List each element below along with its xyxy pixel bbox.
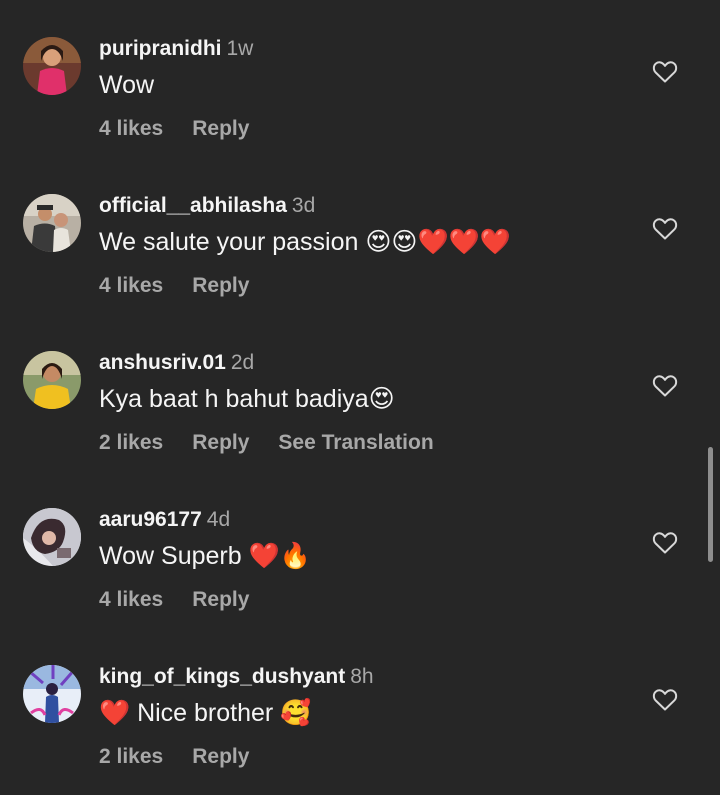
- see-translation-button[interactable]: See Translation: [278, 431, 433, 454]
- timestamp: 2d: [230, 351, 255, 374]
- comment-text: We salute your passion 😍😍❤️❤️❤️: [99, 228, 511, 256]
- comment-header: official__abhilasha 3d: [99, 192, 315, 220]
- likes-count[interactable]: 2 likes: [99, 431, 163, 454]
- comment-header: anshusriv.01 2d: [99, 349, 254, 377]
- comment-actions: 2 likes Reply: [99, 743, 278, 771]
- scrollbar[interactable]: [708, 447, 713, 562]
- comment-text: Wow: [99, 71, 155, 99]
- avatar[interactable]: [23, 351, 81, 409]
- reply-button[interactable]: Reply: [192, 745, 249, 768]
- avatar[interactable]: [23, 37, 81, 95]
- heart-outline-icon[interactable]: [652, 688, 678, 712]
- comment-text: Wow Superb ❤️🔥: [99, 542, 311, 570]
- reply-button[interactable]: Reply: [192, 117, 249, 140]
- avatar[interactable]: [23, 508, 81, 566]
- likes-count[interactable]: 4 likes: [99, 588, 163, 611]
- avatar[interactable]: [23, 665, 81, 723]
- comment-actions: 4 likes Reply: [99, 586, 278, 614]
- reply-button[interactable]: Reply: [192, 588, 249, 611]
- comment-text: Kya baat h bahut badiya😍: [99, 385, 395, 413]
- timestamp: 3d: [291, 194, 316, 217]
- comment-item: puripranidhi 1w Wow 4 likes Reply: [0, 4, 720, 144]
- comment-item: aaru96177 4d Wow Superb ❤️🔥 4 likes Reply: [0, 475, 720, 615]
- comment-item: official__abhilasha 3d We salute your pas…: [0, 161, 720, 301]
- heart-outline-icon[interactable]: [652, 531, 678, 555]
- likes-count[interactable]: 4 likes: [99, 117, 163, 140]
- comment-actions: 4 likes Reply: [99, 272, 278, 300]
- username[interactable]: puripranidhi: [99, 37, 222, 60]
- avatar[interactable]: [23, 194, 81, 252]
- likes-count[interactable]: 2 likes: [99, 745, 163, 768]
- comment-item: anshusriv.01 2d Kya baat h bahut badiya😍 …: [0, 318, 720, 458]
- likes-count[interactable]: 4 likes: [99, 274, 163, 297]
- username[interactable]: king_of_kings_dushyant: [99, 665, 345, 688]
- comments-list[interactable]: puripranidhi 1w Wow 4 likes Reply official…: [0, 0, 720, 795]
- timestamp: 4d: [206, 508, 231, 531]
- comment-header: aaru96177 4d: [99, 506, 230, 534]
- username[interactable]: official__abhilasha: [99, 194, 287, 217]
- comment-actions: 2 likes Reply See Translation: [99, 429, 463, 457]
- comment-text: ❤️ Nice brother 🥰: [99, 699, 312, 727]
- timestamp: 8h: [350, 665, 374, 688]
- username[interactable]: aaru96177: [99, 508, 202, 531]
- timestamp: 1w: [226, 37, 254, 60]
- comment-header: puripranidhi 1w: [99, 35, 253, 63]
- comment-header: king_of_kings_dushyant 8h: [99, 663, 374, 691]
- heart-outline-icon[interactable]: [652, 217, 678, 241]
- heart-outline-icon[interactable]: [652, 374, 678, 398]
- reply-button[interactable]: Reply: [192, 431, 249, 454]
- comment-item: king_of_kings_dushyant 8h ❤️ Nice brother…: [0, 632, 720, 772]
- reply-button[interactable]: Reply: [192, 274, 249, 297]
- heart-outline-icon[interactable]: [652, 60, 678, 84]
- username[interactable]: anshusriv.01: [99, 351, 226, 374]
- comment-actions: 4 likes Reply: [99, 115, 278, 143]
